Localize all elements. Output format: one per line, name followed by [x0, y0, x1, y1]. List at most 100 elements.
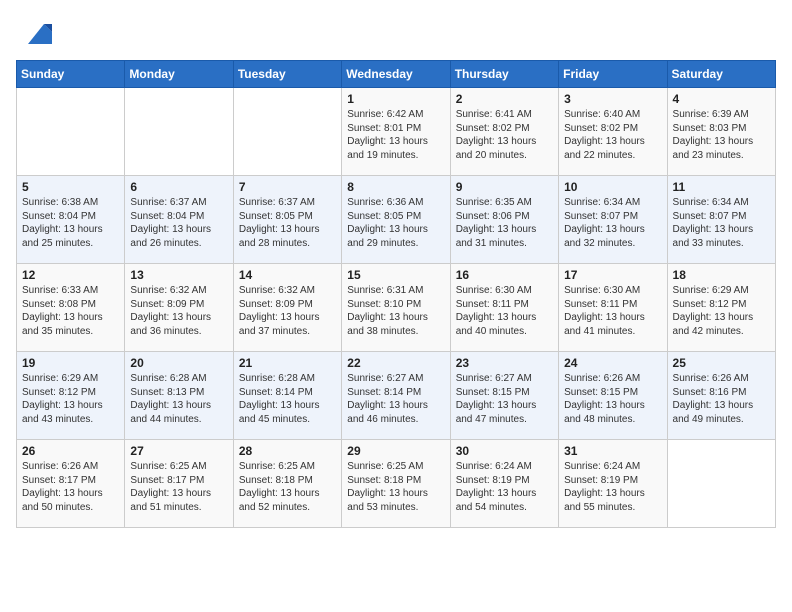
day-info: Sunrise: 6:40 AM Sunset: 8:02 PM Dayligh… [564, 108, 661, 162]
calendar-cell [233, 88, 341, 176]
calendar-cell [125, 88, 233, 176]
weekday-header: Friday [559, 61, 667, 88]
calendar-cell: 8 Sunrise: 6:36 AM Sunset: 8:05 PM Daylig… [342, 176, 450, 264]
calendar-cell: 11 Sunrise: 6:34 AM Sunset: 8:07 PM Dayli… [667, 176, 775, 264]
day-number: 8 [347, 180, 444, 194]
day-number: 3 [564, 92, 661, 106]
calendar-body: 1Sunrise: 6:42 AM Sunset: 8:01 PM Daylig… [17, 88, 776, 528]
day-number: 5 [22, 180, 119, 194]
weekday-header: Monday [125, 61, 233, 88]
day-number: 12 [22, 268, 119, 282]
day-number: 16 [456, 268, 553, 282]
day-info: Sunrise: 6:26 AM Sunset: 8:16 PM Dayligh… [673, 372, 770, 426]
calendar-week-row: 1Sunrise: 6:42 AM Sunset: 8:01 PM Daylig… [17, 88, 776, 176]
day-info: Sunrise: 6:25 AM Sunset: 8:17 PM Dayligh… [130, 460, 227, 514]
calendar-cell: 18 Sunrise: 6:29 AM Sunset: 8:12 PM Dayli… [667, 264, 775, 352]
day-number: 17 [564, 268, 661, 282]
day-number: 30 [456, 444, 553, 458]
calendar-cell: 19Sunrise: 6:29 AM Sunset: 8:12 PM Dayli… [17, 352, 125, 440]
day-number: 20 [130, 356, 227, 370]
calendar-cell [17, 88, 125, 176]
day-info: Sunrise: 6:34 AM Sunset: 8:07 PM Dayligh… [564, 196, 661, 250]
day-number: 29 [347, 444, 444, 458]
day-number: 1 [347, 92, 444, 106]
day-info: Sunrise: 6:29 AM Sunset: 8:12 PM Dayligh… [22, 372, 119, 426]
day-info: Sunrise: 6:39 AM Sunset: 8:03 PM Dayligh… [673, 108, 770, 162]
day-number: 21 [239, 356, 336, 370]
day-info: Sunrise: 6:37 AM Sunset: 8:05 PM Dayligh… [239, 196, 336, 250]
calendar-week-row: 12 Sunrise: 6:33 AM Sunset: 8:08 PM Dayli… [17, 264, 776, 352]
weekday-header: Sunday [17, 61, 125, 88]
day-number: 4 [673, 92, 770, 106]
day-info: Sunrise: 6:26 AM Sunset: 8:17 PM Dayligh… [22, 460, 119, 514]
day-info: Sunrise: 6:30 AM Sunset: 8:11 PM Dayligh… [456, 284, 553, 338]
day-info: Sunrise: 6:28 AM Sunset: 8:14 PM Dayligh… [239, 372, 336, 426]
day-info: Sunrise: 6:29 AM Sunset: 8:12 PM Dayligh… [673, 284, 770, 338]
calendar-table: SundayMondayTuesdayWednesdayThursdayFrid… [16, 60, 776, 528]
calendar-cell: 3 Sunrise: 6:40 AM Sunset: 8:02 PM Daylig… [559, 88, 667, 176]
calendar-cell: 31 Sunrise: 6:24 AM Sunset: 8:19 PM Dayli… [559, 440, 667, 528]
day-number: 24 [564, 356, 661, 370]
day-info: Sunrise: 6:26 AM Sunset: 8:15 PM Dayligh… [564, 372, 661, 426]
day-info: Sunrise: 6:24 AM Sunset: 8:19 PM Dayligh… [456, 460, 553, 514]
calendar-cell: 9Sunrise: 6:35 AM Sunset: 8:06 PM Daylig… [450, 176, 558, 264]
calendar-cell: 4 Sunrise: 6:39 AM Sunset: 8:03 PM Daylig… [667, 88, 775, 176]
day-info: Sunrise: 6:31 AM Sunset: 8:10 PM Dayligh… [347, 284, 444, 338]
calendar-week-row: 19Sunrise: 6:29 AM Sunset: 8:12 PM Dayli… [17, 352, 776, 440]
day-number: 27 [130, 444, 227, 458]
logo [16, 16, 52, 48]
day-number: 13 [130, 268, 227, 282]
calendar-cell: 27 Sunrise: 6:25 AM Sunset: 8:17 PM Dayli… [125, 440, 233, 528]
day-number: 23 [456, 356, 553, 370]
weekday-header: Thursday [450, 61, 558, 88]
day-number: 31 [564, 444, 661, 458]
calendar-cell: 13 Sunrise: 6:32 AM Sunset: 8:09 PM Dayli… [125, 264, 233, 352]
calendar-cell: 7 Sunrise: 6:37 AM Sunset: 8:05 PM Daylig… [233, 176, 341, 264]
day-number: 11 [673, 180, 770, 194]
calendar-cell: 10 Sunrise: 6:34 AM Sunset: 8:07 PM Dayli… [559, 176, 667, 264]
day-number: 22 [347, 356, 444, 370]
day-info: Sunrise: 6:27 AM Sunset: 8:15 PM Dayligh… [456, 372, 553, 426]
calendar-cell: 17 Sunrise: 6:30 AM Sunset: 8:11 PM Dayli… [559, 264, 667, 352]
calendar-cell: 28Sunrise: 6:25 AM Sunset: 8:18 PM Dayli… [233, 440, 341, 528]
day-info: Sunrise: 6:30 AM Sunset: 8:11 PM Dayligh… [564, 284, 661, 338]
calendar-cell: 2 Sunrise: 6:41 AM Sunset: 8:02 PM Daylig… [450, 88, 558, 176]
day-info: Sunrise: 6:32 AM Sunset: 8:09 PM Dayligh… [130, 284, 227, 338]
weekday-header: Tuesday [233, 61, 341, 88]
day-number: 14 [239, 268, 336, 282]
day-info: Sunrise: 6:36 AM Sunset: 8:05 PM Dayligh… [347, 196, 444, 250]
day-number: 6 [130, 180, 227, 194]
day-info: Sunrise: 6:25 AM Sunset: 8:18 PM Dayligh… [347, 460, 444, 514]
calendar-cell: 25 Sunrise: 6:26 AM Sunset: 8:16 PM Dayli… [667, 352, 775, 440]
calendar-cell: 12 Sunrise: 6:33 AM Sunset: 8:08 PM Dayli… [17, 264, 125, 352]
day-info: Sunrise: 6:25 AM Sunset: 8:18 PM Dayligh… [239, 460, 336, 514]
calendar-cell: 30 Sunrise: 6:24 AM Sunset: 8:19 PM Dayli… [450, 440, 558, 528]
day-info: Sunrise: 6:34 AM Sunset: 8:07 PM Dayligh… [673, 196, 770, 250]
calendar-cell: 5Sunrise: 6:38 AM Sunset: 8:04 PM Daylig… [17, 176, 125, 264]
calendar-cell: 23 Sunrise: 6:27 AM Sunset: 8:15 PM Dayli… [450, 352, 558, 440]
calendar-cell [667, 440, 775, 528]
day-number: 18 [673, 268, 770, 282]
day-info: Sunrise: 6:28 AM Sunset: 8:13 PM Dayligh… [130, 372, 227, 426]
day-number: 2 [456, 92, 553, 106]
day-number: 25 [673, 356, 770, 370]
logo-icon [20, 16, 52, 48]
day-info: Sunrise: 6:37 AM Sunset: 8:04 PM Dayligh… [130, 196, 227, 250]
day-number: 9 [456, 180, 553, 194]
calendar-cell: 6 Sunrise: 6:37 AM Sunset: 8:04 PM Daylig… [125, 176, 233, 264]
calendar-cell: 24 Sunrise: 6:26 AM Sunset: 8:15 PM Dayli… [559, 352, 667, 440]
calendar-header: SundayMondayTuesdayWednesdayThursdayFrid… [17, 61, 776, 88]
weekday-header: Wednesday [342, 61, 450, 88]
day-info: Sunrise: 6:41 AM Sunset: 8:02 PM Dayligh… [456, 108, 553, 162]
calendar-week-row: 5Sunrise: 6:38 AM Sunset: 8:04 PM Daylig… [17, 176, 776, 264]
day-info: Sunrise: 6:24 AM Sunset: 8:19 PM Dayligh… [564, 460, 661, 514]
day-number: 7 [239, 180, 336, 194]
day-info: Sunrise: 6:33 AM Sunset: 8:08 PM Dayligh… [22, 284, 119, 338]
calendar-cell: 29 Sunrise: 6:25 AM Sunset: 8:18 PM Dayli… [342, 440, 450, 528]
day-number: 10 [564, 180, 661, 194]
calendar-cell: 26 Sunrise: 6:26 AM Sunset: 8:17 PM Dayli… [17, 440, 125, 528]
calendar-week-row: 26 Sunrise: 6:26 AM Sunset: 8:17 PM Dayli… [17, 440, 776, 528]
weekday-header: Saturday [667, 61, 775, 88]
day-number: 26 [22, 444, 119, 458]
page-header [16, 16, 776, 48]
